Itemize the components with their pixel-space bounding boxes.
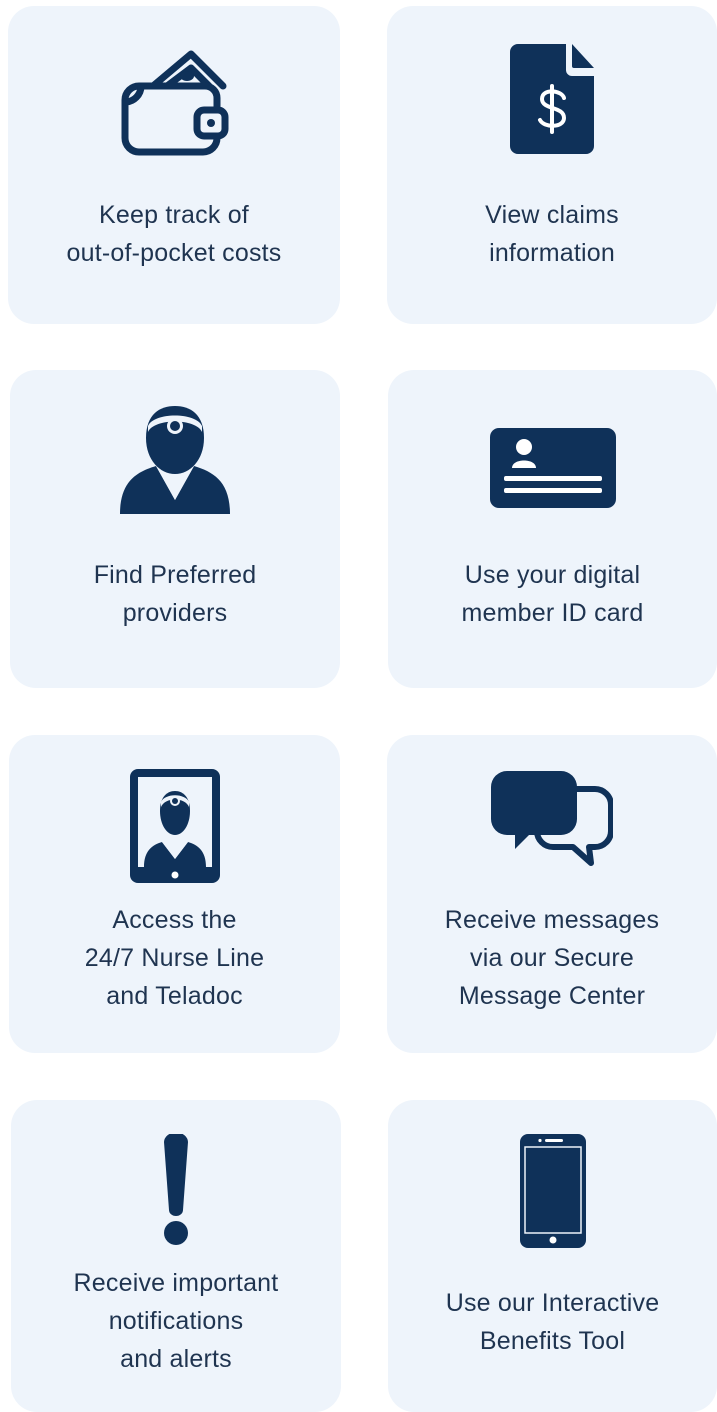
smartphone-icon bbox=[388, 1134, 717, 1248]
card-label: Keep track of out-of-pocket costs bbox=[66, 201, 282, 267]
card-find-providers[interactable]: Find Preferred providers bbox=[10, 370, 340, 688]
card-digital-id[interactable]: Use your digital member ID card bbox=[388, 370, 717, 688]
card-notifications[interactable]: Receive important notifications and aler… bbox=[11, 1100, 341, 1412]
id-card-icon bbox=[388, 428, 717, 508]
card-label: Receive messages via our Secure Message … bbox=[444, 906, 660, 1010]
exclamation-icon bbox=[11, 1134, 341, 1246]
chat-bubbles-icon bbox=[387, 769, 717, 869]
card-out-of-pocket-costs[interactable]: Keep track of out-of-pocket costs bbox=[8, 6, 340, 324]
card-label: Receive important notifications and aler… bbox=[73, 1269, 279, 1373]
wallet-icon bbox=[8, 46, 340, 158]
card-view-claims[interactable]: View claims information bbox=[387, 6, 717, 324]
card-label: Find Preferred providers bbox=[93, 561, 257, 627]
card-label: Use your digital member ID card bbox=[461, 561, 644, 627]
card-nurse-line[interactable]: Access the 24/7 Nurse Line and Teladoc bbox=[9, 735, 340, 1053]
doctor-icon bbox=[10, 404, 340, 514]
tablet-doctor-icon bbox=[9, 769, 340, 883]
card-benefits-tool[interactable]: Use our Interactive Benefits Tool bbox=[388, 1100, 717, 1412]
card-secure-messages[interactable]: Receive messages via our Secure Message … bbox=[387, 735, 717, 1053]
dollar-document-icon bbox=[387, 44, 717, 154]
card-label: Use our Interactive Benefits Tool bbox=[445, 1289, 660, 1355]
card-label: Access the 24/7 Nurse Line and Teladoc bbox=[84, 906, 265, 1010]
card-label: View claims information bbox=[485, 201, 619, 267]
